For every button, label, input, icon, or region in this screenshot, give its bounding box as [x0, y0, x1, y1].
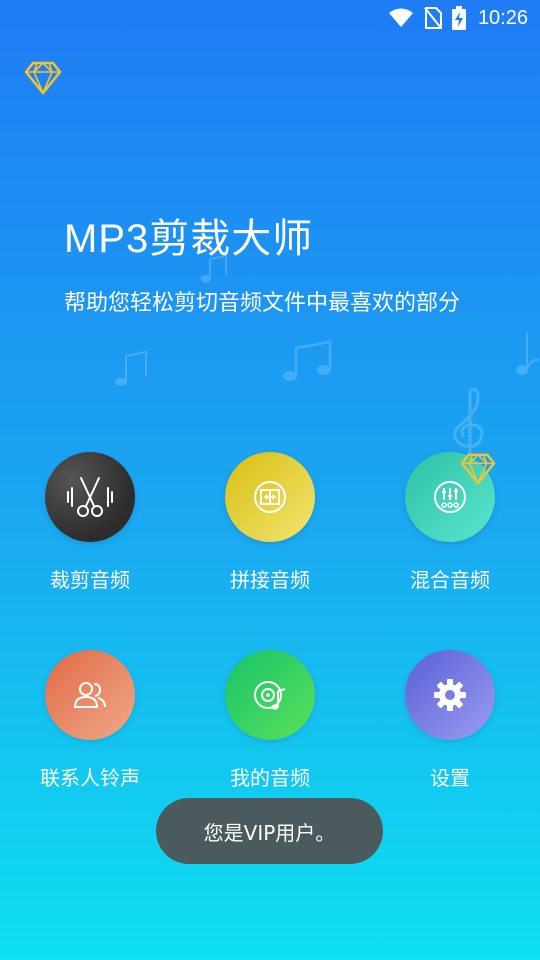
- app-subtitle: 帮助您轻松剪切音频文件中最喜欢的部分: [64, 291, 461, 316]
- merge-icon: [254, 481, 286, 513]
- battery-charging-icon: [451, 6, 466, 30]
- contact-ringtone-label: 联系人铃声: [40, 766, 140, 790]
- app-title: MP3剪裁大师: [64, 217, 314, 261]
- cut-audio-tile[interactable]: 裁剪音频: [0, 452, 180, 593]
- music-note-decoration: [516, 332, 540, 375]
- settings-tile[interactable]: 设置: [360, 650, 540, 791]
- join-audio-label: 拼接音频: [230, 568, 310, 592]
- clock: 10:26: [477, 6, 528, 29]
- settings-button[interactable]: [405, 650, 495, 740]
- status-bar: 10:26: [0, 0, 540, 36]
- settings-label: 设置: [430, 766, 470, 790]
- mix-audio-label: 混合音频: [410, 568, 490, 592]
- gear-icon: [434, 679, 466, 711]
- cut-audio-button[interactable]: [45, 452, 135, 542]
- my-audio-button[interactable]: [225, 650, 315, 740]
- join-audio-button[interactable]: [225, 452, 315, 542]
- vip-diamond-icon: [460, 453, 496, 486]
- my-audio-label: 我的音频: [230, 766, 310, 790]
- mix-audio-tile[interactable]: 混合音频: [360, 452, 540, 593]
- wifi-icon: [388, 8, 413, 27]
- scissors-waveform-icon: [67, 477, 113, 517]
- join-audio-tile[interactable]: 拼接音频: [180, 452, 360, 593]
- my-audio-tile[interactable]: 我的音频: [180, 650, 360, 791]
- contact-ringtone-button[interactable]: [45, 650, 135, 740]
- contact-ringtone-tile[interactable]: 联系人铃声: [0, 650, 180, 791]
- music-disc-icon: [254, 681, 286, 710]
- contacts-icon: [73, 682, 106, 708]
- no-sim-icon: [424, 7, 442, 29]
- music-note-decoration: [283, 340, 332, 381]
- vip-toast: 您是VIP用户。: [156, 798, 383, 864]
- cut-audio-label: 裁剪音频: [50, 568, 130, 592]
- music-note-decoration: [115, 350, 147, 386]
- diamond-icon[interactable]: [24, 60, 62, 96]
- toast-message: 您是VIP用户。: [203, 820, 336, 845]
